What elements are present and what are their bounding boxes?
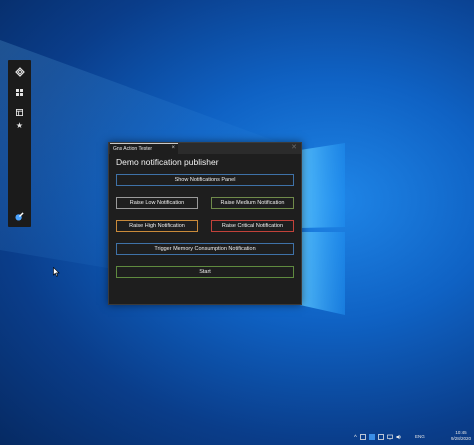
mouse-cursor-icon [53,267,60,277]
clock[interactable]: 10:45 9/28/2020 [451,430,471,442]
tab-close-icon[interactable]: × [171,145,175,151]
window-icon[interactable] [8,106,31,118]
grid-icon[interactable] [8,86,31,98]
title-bar: Gns Action Tester × ✕ [109,143,301,154]
tab-label: Gns Action Tester [113,146,153,152]
side-dock: ★ [8,60,31,227]
star-icon[interactable]: ★ [8,119,31,131]
trigger-memory-consumption-button[interactable]: Trigger Memory Consumption Notification [116,243,294,255]
clock-date: 9/28/2020 [450,436,471,441]
raise-critical-notification-button[interactable]: Raise Critical Notification [211,220,294,232]
volume-icon[interactable] [396,434,402,442]
gns-tray-icon[interactable] [359,433,366,442]
show-notifications-panel-button[interactable]: Show Notifications Panel [116,174,294,186]
app-tray-icon[interactable] [377,433,384,442]
raise-medium-notification-button[interactable]: Raise Medium Notification [211,197,294,209]
language-indicator[interactable]: ENG [415,434,425,439]
desktop: ★ Gns Action Tester × ✕ Demo notificatio… [0,0,474,445]
taskbar-tray: ^ ENG 10:45 9/28/2020 [340,430,474,445]
network-app-icon[interactable] [368,433,375,442]
raise-low-notification-button[interactable]: Raise Low Notification [116,197,198,209]
close-icon[interactable]: ✕ [291,143,297,151]
app-window: Gns Action Tester × ✕ Demo notification … [108,142,302,305]
network-icon[interactable] [386,434,393,442]
paint-icon[interactable] [8,210,31,222]
raise-high-notification-button[interactable]: Raise High Notification [116,220,198,232]
page-title: Demo notification publisher [116,157,219,167]
start-button[interactable]: Start [116,266,294,278]
chevron-up-icon[interactable]: ^ [354,435,357,441]
gns-logo-icon[interactable] [8,65,31,79]
tab-gns-action-tester[interactable]: Gns Action Tester × [110,143,178,154]
